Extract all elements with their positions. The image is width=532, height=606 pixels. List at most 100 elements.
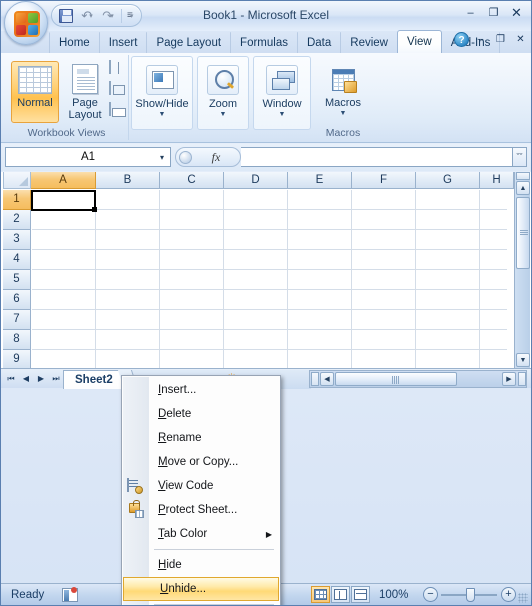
tab-insert[interactable]: Insert — [98, 32, 148, 53]
last-sheet-button[interactable]: ⏭ — [50, 371, 62, 386]
redo-button[interactable]: ↷ ▾ — [98, 6, 118, 25]
chevron-down-icon[interactable]: ▾ — [160, 153, 164, 162]
scroll-up-button[interactable]: ▲ — [516, 181, 530, 195]
context-menu-item-hide[interactable]: Hide — [122, 553, 280, 577]
macros-label: Macros — [324, 97, 362, 109]
context-menu-item-protect-sheet[interactable]: Protect Sheet... — [122, 498, 280, 522]
row-header-1[interactable]: 1 — [3, 190, 31, 210]
tab-home[interactable]: Home — [49, 32, 100, 53]
maximize-button[interactable]: ❐ — [483, 4, 504, 21]
scroll-left-button[interactable]: ◀ — [320, 372, 334, 386]
group-label-workbook-views: Workbook Views — [27, 127, 106, 139]
window-button[interactable]: Window ▼ — [254, 61, 310, 118]
expand-formula-bar-button[interactable]: ˇˇ — [512, 147, 527, 167]
split-handle[interactable] — [516, 172, 530, 180]
undo-dropdown-icon[interactable]: ▾ — [89, 12, 93, 20]
record-macro-icon[interactable] — [62, 586, 79, 602]
undo-button[interactable]: ↶ ▾ — [77, 6, 97, 25]
row-header-7[interactable]: 7 — [3, 310, 31, 330]
tab-data[interactable]: Data — [296, 32, 342, 53]
scroll-down-button[interactable]: ▼ — [516, 353, 530, 367]
customize-qat-button[interactable]: ≡▾ — [125, 10, 135, 21]
tab-split-handle[interactable] — [311, 372, 319, 386]
normal-view-shortcut[interactable] — [311, 586, 330, 603]
sheet-tab-sheet2[interactable]: Sheet2 — [63, 370, 125, 389]
scroll-right-button[interactable]: ▶ — [502, 372, 516, 386]
custom-views-icon — [109, 81, 111, 95]
ribbon-close-button[interactable]: ✕ — [512, 32, 529, 47]
zoom-out-button[interactable]: − — [423, 587, 438, 602]
column-header-h[interactable]: H — [480, 172, 514, 189]
custom-views-button[interactable] — [109, 81, 111, 95]
ribbon-minimize-button[interactable]: – — [472, 32, 489, 47]
save-icon — [59, 8, 73, 23]
resize-grip[interactable] — [518, 593, 528, 603]
row-header-5[interactable]: 5 — [3, 270, 31, 290]
context-menu-item-tab-color[interactable]: Tab Color ▶ — [122, 522, 280, 546]
show-hide-button[interactable]: Show/Hide ▼ — [132, 61, 192, 118]
close-button[interactable]: ✕ — [506, 4, 527, 21]
selected-cell-a1[interactable] — [31, 190, 97, 212]
full-screen-button[interactable] — [109, 102, 111, 116]
select-all-button[interactable] — [3, 172, 31, 189]
vertical-scrollbar[interactable]: ▲ ▼ — [514, 172, 530, 368]
row-header-4[interactable]: 4 — [3, 250, 31, 270]
row-header-2[interactable]: 2 — [3, 210, 31, 230]
chevron-down-icon[interactable]: ▼ — [220, 111, 227, 118]
office-button[interactable] — [4, 1, 48, 45]
row-header-3[interactable]: 3 — [3, 230, 31, 250]
page-layout-view-shortcut[interactable] — [331, 586, 350, 603]
row-header-8[interactable]: 8 — [3, 330, 31, 350]
column-header-g[interactable]: G — [416, 172, 480, 189]
page-break-preview-shortcut[interactable] — [351, 586, 370, 603]
insert-function-button[interactable]: fx — [192, 150, 240, 165]
macros-button[interactable]: Macros ▼ — [317, 61, 369, 117]
name-box[interactable]: A1 ▾ — [5, 147, 171, 167]
help-icon[interactable]: ? — [454, 32, 469, 47]
formula-input[interactable] — [241, 147, 513, 167]
tab-view[interactable]: View — [397, 30, 442, 53]
chevron-down-icon[interactable]: ▼ — [279, 111, 286, 118]
zoom-in-button[interactable]: + — [501, 587, 516, 602]
chevron-down-icon[interactable]: ▼ — [340, 110, 347, 117]
save-button[interactable] — [56, 6, 76, 25]
context-menu-item-view-code[interactable]: View Code — [122, 474, 280, 498]
context-menu-item-rename[interactable]: Rename — [122, 426, 280, 450]
page-layout-icon — [72, 64, 98, 94]
tab-review[interactable]: Review — [340, 32, 398, 53]
prev-sheet-button[interactable]: ◀ — [20, 371, 32, 386]
context-menu-item-insert[interactable]: Insert... — [122, 378, 280, 402]
column-header-b[interactable]: B — [96, 172, 160, 189]
horizontal-split-handle[interactable] — [518, 372, 526, 386]
zoom-slider-handle[interactable] — [466, 588, 475, 602]
horizontal-scroll-thumb[interactable] — [335, 372, 457, 386]
chevron-down-icon[interactable]: ▼ — [159, 111, 166, 118]
page-layout-view-button[interactable]: Page Layout — [63, 61, 107, 121]
context-menu-item-delete[interactable]: Delete — [122, 402, 280, 426]
row-header-9[interactable]: 9 — [3, 350, 31, 370]
tab-formulas[interactable]: Formulas — [230, 32, 298, 53]
redo-dropdown-icon[interactable]: ▾ — [110, 12, 114, 20]
normal-view-button[interactable]: Normal — [11, 61, 59, 123]
context-menu-item-unhide[interactable]: Unhide... — [123, 577, 279, 601]
tab-page-layout[interactable]: Page Layout — [146, 32, 232, 53]
column-header-f[interactable]: F — [352, 172, 416, 189]
ribbon-restore-button[interactable]: ❐ — [492, 32, 509, 47]
page-break-preview-button[interactable] — [109, 60, 111, 74]
row-header-6[interactable]: 6 — [3, 290, 31, 310]
column-header-c[interactable]: C — [160, 172, 224, 189]
cell-area[interactable] — [32, 190, 507, 368]
next-sheet-button[interactable]: ▶ — [35, 371, 47, 386]
column-header-d[interactable]: D — [224, 172, 288, 189]
context-menu-item-move-or-copy[interactable]: Move or Copy... — [122, 450, 280, 474]
zoom-button[interactable]: Zoom ▼ — [198, 61, 248, 118]
minimize-button[interactable]: – — [460, 4, 481, 21]
full-screen-icon — [109, 102, 111, 116]
horizontal-scrollbar[interactable]: ◀ ▶ — [309, 370, 527, 388]
quick-access-toolbar: ↶ ▾ ↷ ▾ ≡▾ — [51, 4, 143, 27]
zoom-level-label[interactable]: 100% — [379, 589, 408, 601]
vertical-scroll-thumb[interactable] — [516, 197, 530, 269]
first-sheet-button[interactable]: ⏮ — [5, 371, 17, 386]
column-header-e[interactable]: E — [288, 172, 352, 189]
column-header-a[interactable]: A — [31, 172, 96, 189]
